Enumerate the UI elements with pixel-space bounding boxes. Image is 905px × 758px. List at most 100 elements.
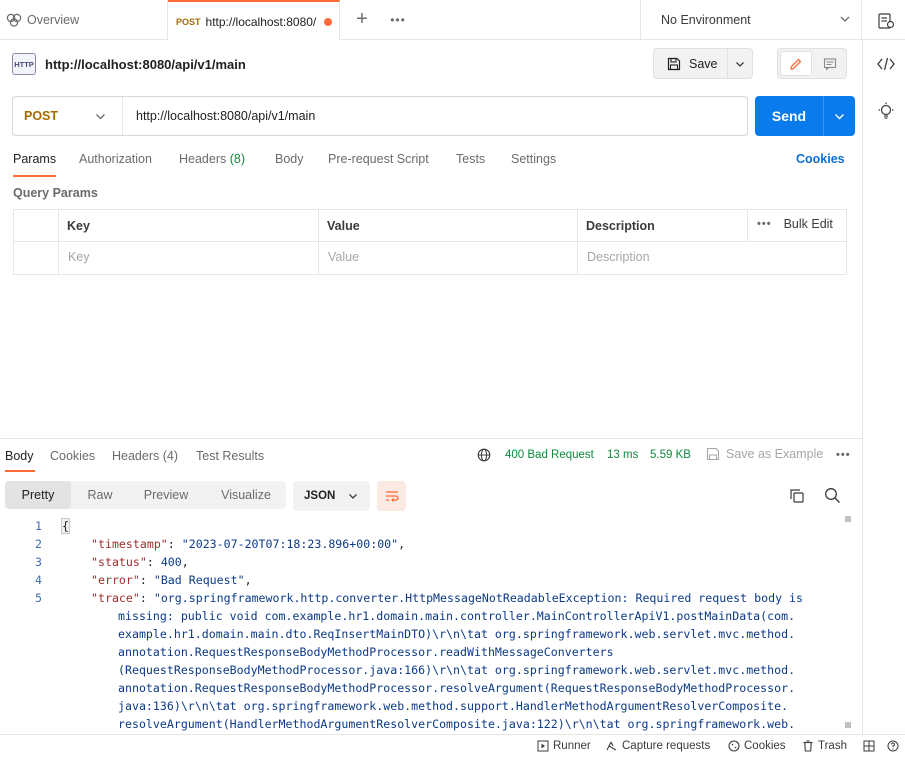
cookies-label: Cookies: [744, 740, 786, 752]
tab-overview-label: Overview: [27, 13, 80, 27]
headers-count: (8): [229, 152, 246, 166]
pencil-icon: [789, 57, 803, 71]
cookies-link[interactable]: Cookies: [796, 152, 845, 166]
environment-selector[interactable]: No Environment: [640, 0, 862, 40]
tab-pre-request-script[interactable]: Pre-request Script: [328, 152, 429, 168]
environment-quick-look-icon[interactable]: [877, 12, 895, 30]
tab-settings[interactable]: Settings: [511, 152, 556, 168]
line-number: 2: [35, 537, 42, 551]
response-body-code[interactable]: 1 2 3 4 5 { "timestamp": "2023-07-20T07:…: [0, 516, 845, 732]
view-pretty-button[interactable]: Pretty: [5, 481, 71, 509]
format-label: JSON: [304, 490, 336, 502]
tab-authorization[interactable]: Authorization: [79, 152, 152, 168]
bulk-edit-button[interactable]: ••• Bulk Edit: [757, 217, 833, 231]
request-name[interactable]: http://localhost:8080/api/v1/main: [45, 57, 246, 72]
scrollbar-up-arrow[interactable]: [845, 516, 851, 522]
query-params-table: [13, 209, 847, 275]
new-tab-button[interactable]: +: [352, 9, 372, 30]
param-value-input[interactable]: Value: [328, 250, 359, 264]
response-tab-headers[interactable]: Headers (4): [112, 449, 178, 463]
save-label: Save: [689, 56, 718, 71]
tab-request-active[interactable]: POST http://localhost:8080/: [168, 0, 340, 41]
response-tab-test-results[interactable]: Test Results: [196, 449, 264, 463]
response-tab-cookies[interactable]: Cookies: [50, 449, 95, 463]
trash-button[interactable]: Trash: [802, 740, 847, 752]
method-selector[interactable]: POST: [13, 97, 123, 135]
tab-more-button[interactable]: •••: [388, 10, 408, 30]
code-line: "error": "Bad Request",: [91, 573, 252, 587]
wrap-icon: [384, 489, 400, 503]
runner-button[interactable]: Runner: [537, 740, 591, 752]
column-header-key: Key: [67, 219, 90, 233]
code-icon[interactable]: [877, 56, 895, 72]
format-selector[interactable]: JSON: [293, 481, 370, 511]
scrollbar-down-arrow[interactable]: [845, 722, 851, 728]
chevron-down-icon: [735, 59, 745, 69]
code-line: "trace": "org.springframework.http.conve…: [91, 591, 803, 605]
line-number: 1: [35, 519, 42, 533]
tab-body[interactable]: Body: [275, 152, 304, 168]
save-dropdown-button[interactable]: [727, 48, 753, 79]
capture-requests-button[interactable]: Capture requests: [605, 740, 710, 752]
code-wrapped-line: annotation.RequestResponseBodyMethodProc…: [118, 681, 796, 695]
response-time[interactable]: 13 ms: [607, 449, 638, 461]
tab-overview[interactable]: Overview: [0, 0, 168, 40]
param-description-input[interactable]: Description: [587, 250, 650, 264]
response-size[interactable]: 5.59 KB: [650, 449, 691, 461]
column-header-description: Description: [586, 219, 655, 233]
url-input[interactable]: [136, 108, 736, 124]
param-key-input[interactable]: Key: [68, 250, 90, 264]
copy-icon[interactable]: [789, 488, 805, 504]
overview-icon: [6, 13, 22, 27]
response-status[interactable]: 400 Bad Request: [505, 449, 594, 461]
code-wrapped-line: (RequestResponseBodyMethodProcessor.java…: [118, 663, 796, 677]
more-icon[interactable]: •••: [757, 218, 772, 230]
send-button[interactable]: Send: [755, 96, 823, 136]
wrap-lines-button[interactable]: [377, 481, 406, 511]
response-more-button[interactable]: •••: [836, 449, 851, 461]
unsaved-dot-icon: [323, 17, 332, 26]
save-as-example-label: Save as Example: [726, 447, 824, 461]
search-icon[interactable]: [824, 487, 841, 504]
tab-headers[interactable]: Headers (8): [179, 152, 245, 168]
globe-icon[interactable]: [477, 448, 491, 462]
help-icon[interactable]: [887, 740, 899, 752]
comment-icon: [823, 57, 837, 71]
bulk-edit-label: Bulk Edit: [783, 217, 833, 231]
tab-method-label: POST: [176, 16, 201, 27]
code-wrapped-line: example.hr1.domain.main.dto.ReqInsertMai…: [118, 627, 796, 641]
json-key: "trace": [91, 591, 140, 605]
query-params-title: Query Params: [13, 186, 98, 200]
view-preview-button[interactable]: Preview: [133, 481, 199, 509]
save-as-example-button[interactable]: Save as Example: [706, 447, 823, 461]
method-label: POST: [24, 109, 59, 123]
view-visualize-button[interactable]: Visualize: [207, 481, 285, 509]
chevron-down-icon: [839, 13, 851, 25]
trash-label: Trash: [818, 740, 847, 752]
environment-label: No Environment: [661, 13, 751, 27]
tab-tests[interactable]: Tests: [456, 152, 485, 168]
json-key: "error": [91, 573, 140, 587]
tab-url-label: http://localhost:8080/: [205, 14, 317, 29]
trash-icon: [802, 740, 814, 752]
tab-params[interactable]: Params: [13, 152, 56, 168]
tab-headers-label: Headers: [179, 152, 227, 166]
layout-grid-icon[interactable]: [863, 740, 875, 752]
send-dropdown-button[interactable]: [823, 96, 855, 136]
runner-label: Runner: [553, 740, 591, 752]
response-tab-body[interactable]: Body: [5, 449, 34, 463]
comments-button[interactable]: [816, 51, 844, 76]
edit-mode-button[interactable]: [780, 51, 812, 76]
lightbulb-icon[interactable]: [877, 102, 895, 120]
view-raw-button[interactable]: Raw: [75, 481, 125, 509]
table-divider: [318, 209, 319, 275]
chevron-down-icon: [834, 111, 845, 122]
cookies-button[interactable]: Cookies: [728, 740, 786, 752]
column-header-value: Value: [327, 219, 360, 233]
save-button[interactable]: Save: [653, 48, 727, 79]
response-divider[interactable]: [0, 438, 862, 439]
code-line: "status": 400,: [91, 555, 189, 569]
request-title: HTTP http://localhost:8080/api/v1/main: [12, 52, 246, 76]
code-wrapped-line: resolveArgument(HandlerMethodArgumentRes…: [118, 717, 796, 731]
code-brace: {: [61, 518, 70, 534]
